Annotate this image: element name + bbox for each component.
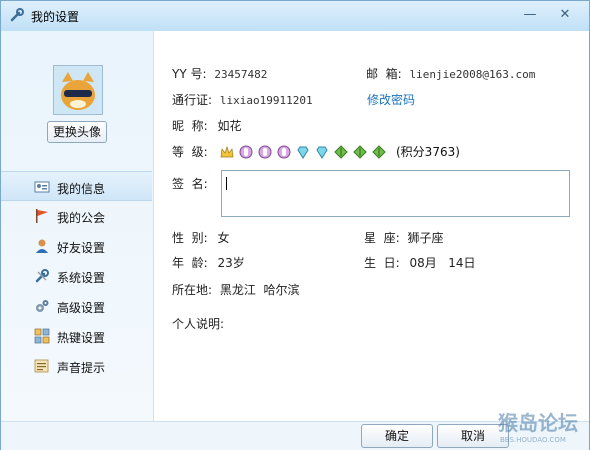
sound-icon xyxy=(34,359,49,373)
close-icon[interactable]: ✕ xyxy=(556,6,574,24)
gender-label: 性 别: xyxy=(172,231,208,245)
minimize-icon[interactable]: — xyxy=(521,6,539,24)
email-row: 邮 箱: lienjie2008@163.com xyxy=(366,65,535,83)
text-cursor xyxy=(226,177,227,190)
tools-icon xyxy=(35,269,49,283)
intro-label: 个人说明: xyxy=(172,317,225,331)
passport-value: lixiao19911201 xyxy=(219,94,313,107)
moon-badge-icon xyxy=(258,145,272,159)
leaf-badge-icon xyxy=(334,145,348,159)
diamond-badge-icon xyxy=(297,146,309,159)
svg-text:BBS.HOUDAO.COM: BBS.HOUDAO.COM xyxy=(500,436,566,444)
passport-row: 通行证: lixiao19911201 xyxy=(172,91,313,109)
yy-number-value: 23457482 xyxy=(214,68,268,81)
age-row: 年 龄: 23岁 xyxy=(172,254,245,272)
birthday-row: 生 日: 08月 14日 xyxy=(364,254,476,272)
sidebar-item-label: 系统设置 xyxy=(57,271,106,285)
moon-badge-icon xyxy=(277,145,291,159)
leaf-badge-icon xyxy=(372,145,386,159)
intro-row: 个人说明: xyxy=(172,315,224,333)
zodiac-row: 星 座: 狮子座 xyxy=(364,229,444,247)
sidebar-item-advanced-settings[interactable]: 高级设置 xyxy=(1,291,152,321)
leaf-badge-icon xyxy=(353,145,367,159)
watermark-logo: 猴岛论坛 BBS.HOUDAO.COM xyxy=(498,411,578,444)
yy-number-label: YY 号: xyxy=(172,67,207,81)
sidebar-item-label: 我的信息 xyxy=(57,182,106,196)
signature-label: 签 名: xyxy=(172,177,208,191)
tools-icon xyxy=(10,8,24,22)
sidebar-item-my-guild[interactable]: 我的公会 xyxy=(1,201,152,231)
sidebar-item-label: 高级设置 xyxy=(57,301,106,315)
sidebar-item-my-info[interactable]: 我的信息 xyxy=(1,171,152,201)
zodiac-value: 狮子座 xyxy=(407,231,444,245)
nickname-row: 昵 称: 如花 xyxy=(172,117,242,135)
email-label: 邮 箱: xyxy=(366,67,402,81)
sidebar-nav: 我的信息 我的公会 好友设置 系统设置 高级设置 热键设置 声音提示 xyxy=(1,171,152,381)
signature-input[interactable] xyxy=(221,170,570,217)
gender-row: 性 别: 女 xyxy=(172,229,230,247)
signature-row: 签 名: xyxy=(172,175,208,193)
level-row: 等 级: xyxy=(172,143,208,161)
settings-window: 我的设置 — ✕ 更换头像 我的信息 我的公会 好友设置 系统设置 高级设置 热… xyxy=(0,0,590,450)
ok-button[interactable]: 确定 xyxy=(361,424,433,448)
birthday-value: 08月 14日 xyxy=(409,256,476,270)
keys-icon xyxy=(34,328,50,344)
points-value: (积分3763) xyxy=(396,145,460,159)
yy-number-row: YY 号: 23457482 xyxy=(172,65,267,83)
sidebar-item-label: 好友设置 xyxy=(57,241,106,255)
gears-icon xyxy=(36,300,49,312)
level-label: 等 级: xyxy=(172,145,208,159)
profile-panel: YY 号: 23457482 邮 箱: lienjie2008@163.com … xyxy=(154,31,589,421)
moon-badge-icon xyxy=(239,145,253,159)
location-row: 所在地: 黑龙江 哈尔滨 xyxy=(172,281,300,299)
crown-icon xyxy=(220,145,234,158)
sidebar-item-label: 声音提示 xyxy=(57,361,106,375)
sidebar-item-hotkey-settings[interactable]: 热键设置 xyxy=(1,321,152,351)
window-title: 我的设置 xyxy=(31,10,80,24)
gender-value: 女 xyxy=(217,231,230,245)
title-bar: 我的设置 — ✕ xyxy=(1,1,589,31)
user-icon xyxy=(36,239,48,253)
avatar xyxy=(53,65,103,115)
flag-icon xyxy=(36,209,48,223)
id-card-icon xyxy=(34,181,50,193)
change-password-link[interactable]: 修改密码 xyxy=(367,91,415,109)
sidebar-item-sound-alerts[interactable]: 声音提示 xyxy=(1,351,152,381)
passport-label: 通行证: xyxy=(172,93,213,107)
email-value: lienjie2008@163.com xyxy=(409,68,536,81)
nickname-value: 如花 xyxy=(217,119,242,133)
birthday-label: 生 日: xyxy=(364,256,400,270)
sidebar: 更换头像 我的信息 我的公会 好友设置 系统设置 高级设置 热键设置 声音提示 xyxy=(1,31,154,421)
age-value: 23岁 xyxy=(217,256,245,270)
age-label: 年 龄: xyxy=(172,256,208,270)
change-avatar-button[interactable]: 更换头像 xyxy=(47,121,107,143)
location-value: 黑龙江 哈尔滨 xyxy=(219,283,300,297)
nickname-label: 昵 称: xyxy=(172,119,208,133)
sidebar-item-friend-settings[interactable]: 好友设置 xyxy=(1,231,152,261)
zodiac-label: 星 座: xyxy=(364,231,400,245)
location-label: 所在地: xyxy=(172,283,213,297)
sidebar-item-label: 我的公会 xyxy=(57,211,106,225)
sidebar-item-label: 热键设置 xyxy=(57,331,106,345)
svg-text:猴岛论坛: 猴岛论坛 xyxy=(498,411,578,435)
diamond-badge-icon xyxy=(316,146,328,159)
sidebar-item-system-settings[interactable]: 系统设置 xyxy=(1,261,152,291)
